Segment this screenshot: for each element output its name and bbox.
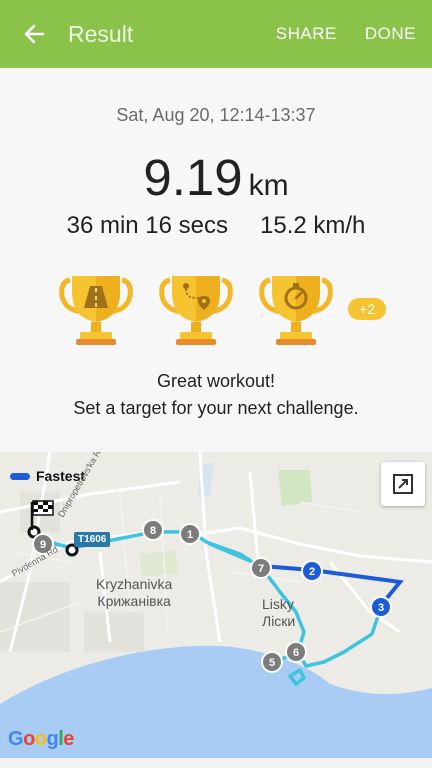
km-marker-7[interactable]: 7 <box>250 557 272 579</box>
place-label-lisky: Lisky Ліски <box>262 596 295 630</box>
svg-text:6: 6 <box>293 647 299 659</box>
stopwatch-trophy-icon[interactable] <box>256 270 336 350</box>
distance-value: 9.19 <box>143 149 243 206</box>
distance-display: 9.19 km <box>0 148 432 207</box>
km-marker-6[interactable]: 6 <box>285 641 307 663</box>
google-logo: Google <box>8 728 74 750</box>
km-marker-5[interactable]: 5 <box>261 651 283 673</box>
legend-swatch <box>10 472 30 480</box>
message-line-2: Set a target for your next challenge. <box>73 398 359 418</box>
place-name-en: Kryzhanivka <box>96 576 173 592</box>
workout-stats: 36 min 16 secs 15.2 km/h <box>0 212 432 240</box>
trophy-row <box>56 270 396 350</box>
place-name-en: Lisky <box>262 596 294 612</box>
expand-map-button[interactable] <box>381 462 425 506</box>
message-line-1: Great workout! <box>156 371 276 391</box>
svg-text:7: 7 <box>258 563 264 575</box>
place-name-uk: Крижанівка <box>97 593 171 609</box>
km-marker-1[interactable]: 1 <box>179 523 201 545</box>
place-label-kryzhanivka: Kryzhanivka Крижанівка <box>96 576 172 610</box>
bottom-edge <box>0 758 432 768</box>
km-marker-8[interactable]: 8 <box>142 519 164 541</box>
result-summary: Sat, Aug 20, 12:14-13:37 9.19 km 36 min 1… <box>0 68 432 452</box>
page-title: Result <box>68 20 134 47</box>
arrow-left-icon <box>24 24 45 44</box>
svg-text:2: 2 <box>309 566 315 578</box>
back-button[interactable] <box>0 0 68 68</box>
workout-date: Sat, Aug 20, 12:14-13:37 <box>116 105 316 125</box>
distance-unit: km <box>248 169 289 202</box>
road-trophy-icon[interactable] <box>56 270 136 350</box>
share-button[interactable]: SHARE <box>262 0 351 68</box>
more-achievements-badge[interactable]: +2 <box>348 298 386 320</box>
speed-value: 15.2 km/h <box>260 212 366 239</box>
motivation-message: Great workout! Set a target for your nex… <box>0 368 432 422</box>
km-marker-3[interactable]: 3 <box>370 596 392 618</box>
app-bar: Result SHARE DONE <box>0 0 432 68</box>
route-trophy-icon[interactable] <box>156 270 236 350</box>
road-label: T1606 <box>74 532 111 547</box>
svg-text:8: 8 <box>150 525 156 537</box>
route-map[interactable]: 1 2 3 5 6 7 8 9 Fastest T1606 Pivdenna R… <box>0 452 432 758</box>
svg-text:3: 3 <box>378 602 384 614</box>
done-button[interactable]: DONE <box>351 0 432 68</box>
expand-icon <box>393 474 413 494</box>
km-marker-2[interactable]: 2 <box>301 560 323 582</box>
place-name-uk: Ліски <box>262 613 296 629</box>
svg-text:5: 5 <box>269 657 275 669</box>
duration-value: 36 min 16 secs <box>66 212 229 239</box>
svg-text:1: 1 <box>187 529 193 541</box>
